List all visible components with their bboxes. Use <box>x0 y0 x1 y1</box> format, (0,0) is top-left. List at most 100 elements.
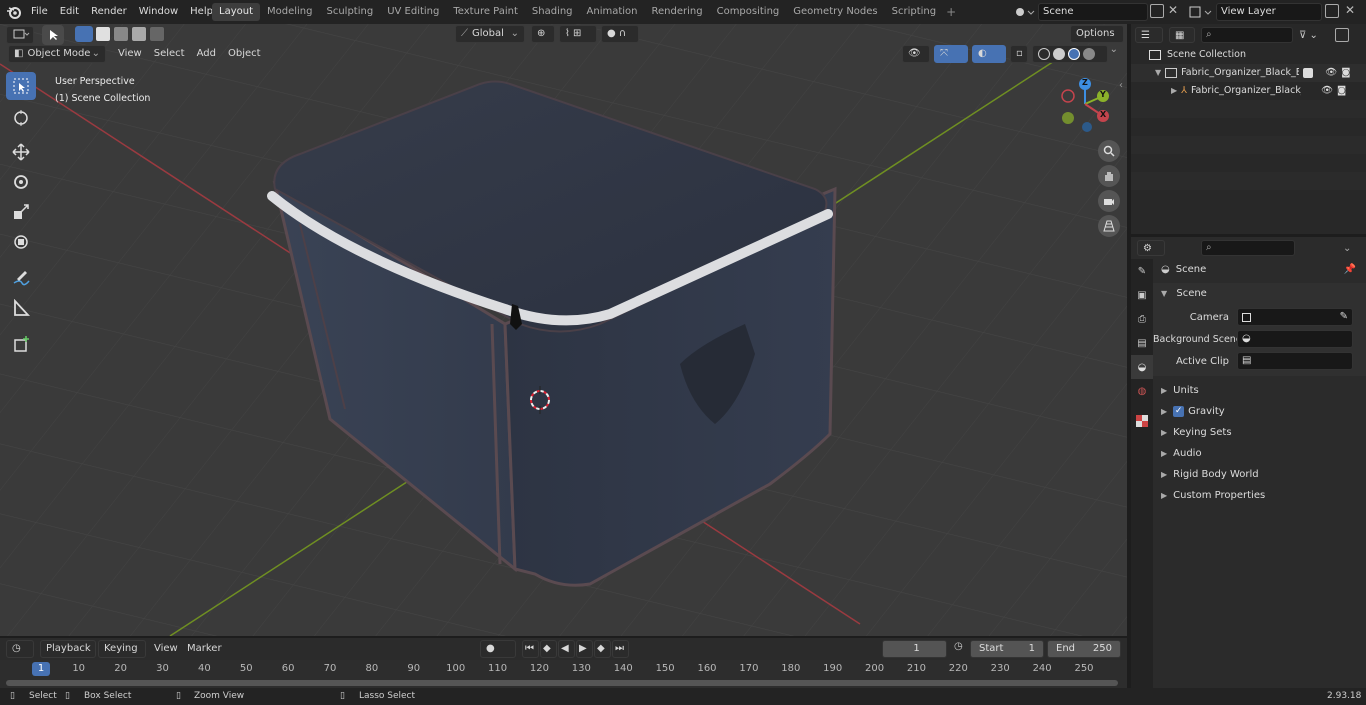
prev-keyframe-icon[interactable]: ◆ <box>540 640 557 658</box>
pan-hand-icon[interactable] <box>1098 165 1120 187</box>
tool-tab-icon[interactable]: ✎ <box>1131 259 1153 283</box>
checkbox-icon[interactable] <box>1303 68 1314 78</box>
3d-viewport[interactable]: ⟋ Global ⌄ ⊕ ⌇ ⊞ ● ∩ Options ⌄ ◧ Object Mode… <box>0 24 1127 636</box>
camera-field[interactable]: ✎ <box>1237 308 1353 326</box>
jump-end-icon[interactable]: ⏭ <box>612 640 629 658</box>
view-layer-browse-icon[interactable] <box>1188 3 1214 21</box>
menu-object[interactable]: Object <box>222 45 267 63</box>
add-cube-tool-icon[interactable] <box>6 330 36 358</box>
pivot-point-icon[interactable]: ⊕ <box>531 25 555 43</box>
object-mode-dropdown[interactable]: ◧ Object Mode ⌄ <box>8 45 106 63</box>
panel-rigid-body-world[interactable]: ▶ Rigid Body World <box>1153 464 1366 485</box>
panel-units[interactable]: ▶ Units <box>1153 380 1366 401</box>
outliner-editor-type-icon[interactable]: ☰ <box>1135 27 1163 43</box>
next-keyframe-icon[interactable]: ◆ <box>594 640 611 658</box>
material-shading-icon[interactable] <box>1068 48 1080 60</box>
camera-view-icon[interactable] <box>1098 190 1120 212</box>
eyedropper-icon[interactable]: ✎ <box>1340 309 1348 325</box>
mode-extend-icon[interactable] <box>95 26 111 42</box>
background-scene-field[interactable]: ◒ <box>1237 330 1353 348</box>
record-button[interactable]: ● <box>480 640 516 658</box>
timeline-editor-type-icon[interactable]: ◷ <box>6 640 34 658</box>
xray-toggle-icon[interactable]: ▫ <box>1010 45 1028 63</box>
play-reverse-icon[interactable]: ◀ <box>558 640 575 658</box>
cursor-tool-icon[interactable] <box>6 104 36 132</box>
new-scene-icon[interactable] <box>1150 4 1164 18</box>
render-tab-icon[interactable]: ▣ <box>1131 283 1153 307</box>
new-view-layer-icon[interactable] <box>1325 4 1339 18</box>
camera-render-icon[interactable]: ◙ <box>1337 82 1346 100</box>
playback-dropdown[interactable]: Playback⌄ <box>40 640 96 670</box>
mode-new-icon[interactable] <box>75 26 93 42</box>
menu-window[interactable]: Window <box>133 0 184 24</box>
menu-file[interactable]: File <box>25 0 54 24</box>
solid-shading-icon[interactable] <box>1053 48 1065 60</box>
world-tab-icon[interactable]: ◍ <box>1131 379 1153 403</box>
mode-invert-icon[interactable] <box>131 26 147 42</box>
expand-right-icon[interactable]: ▶ <box>1171 82 1177 100</box>
pin-icon[interactable]: 📌 <box>1344 259 1356 280</box>
frame-ruler[interactable]: 1 10 20 30 40 50 60 70 80 90 100 110 120 130 140 150 160… <box>0 660 1127 688</box>
menu-view[interactable]: View <box>112 45 148 63</box>
tab-modeling[interactable]: Modeling <box>260 3 320 21</box>
snapping-icon[interactable]: ⌇ ⊞ <box>559 25 597 43</box>
current-frame-field[interactable]: 1 <box>882 640 947 658</box>
tab-uv-editing[interactable]: UV Editing <box>380 3 446 21</box>
menu-add[interactable]: Add <box>191 45 222 63</box>
stopwatch-icon[interactable]: ◷ <box>954 641 963 652</box>
output-tab-icon[interactable]: ⎙ <box>1131 307 1153 331</box>
tab-compositing[interactable]: Compositing <box>710 3 787 21</box>
panel-audio[interactable]: ▶ Audio <box>1153 443 1366 464</box>
view-layer-tab-icon[interactable]: ▤ <box>1131 331 1153 355</box>
rendered-shading-icon[interactable] <box>1083 48 1095 60</box>
texture-tab-icon[interactable] <box>1131 409 1153 433</box>
rotate-tool-icon[interactable] <box>6 168 36 196</box>
eye-icon[interactable]: 👁 <box>1321 82 1333 100</box>
proportional-editing-icon[interactable]: ● ∩ <box>601 25 639 43</box>
tab-rendering[interactable]: Rendering <box>645 3 710 21</box>
play-icon[interactable]: ▶ <box>576 640 593 658</box>
timeline-menu-marker[interactable]: Marker <box>187 643 222 654</box>
delete-view-layer-icon[interactable]: ✕ <box>1345 3 1355 17</box>
scene-browse-icon[interactable] <box>1012 3 1036 21</box>
properties-options-icon[interactable]: ⌄ <box>1343 243 1351 254</box>
zoom-icon[interactable] <box>1098 140 1120 162</box>
menu-select[interactable]: Select <box>148 45 191 63</box>
editor-type-button[interactable] <box>6 26 34 44</box>
blender-logo-icon[interactable] <box>6 4 22 20</box>
start-frame-field[interactable]: Start 1 <box>970 640 1044 658</box>
select-tool-header-icon[interactable] <box>42 25 64 45</box>
scene-collection-row[interactable]: Scene Collection <box>1131 46 1366 64</box>
tab-layout[interactable]: Layout <box>212 3 260 21</box>
menu-edit[interactable]: Edit <box>54 0 85 24</box>
overlay-toggle-icon[interactable]: ◐ <box>972 45 1006 63</box>
measure-tool-icon[interactable] <box>6 294 36 322</box>
expand-down-icon[interactable]: ▼ <box>1155 64 1161 82</box>
scene-tab-icon[interactable]: ◒ <box>1131 355 1153 379</box>
transform-orientation-dropdown[interactable]: ⟋ Global ⌄ <box>455 25 525 43</box>
delete-scene-icon[interactable]: ✕ <box>1168 3 1178 17</box>
timeline-scrollbar[interactable] <box>6 680 1118 686</box>
properties-search-input[interactable]: ⌕ <box>1201 240 1295 256</box>
filter-icon[interactable]: ⊽ ⌄ <box>1299 30 1329 41</box>
outliner-item-empty[interactable]: ▼ Fabric_Organizer_Black_Empt 👁 ◙ <box>1131 64 1366 82</box>
options-dropdown[interactable]: Options ⌄ <box>1070 25 1124 55</box>
navigation-gizmo[interactable]: Z Y X <box>1055 74 1115 134</box>
display-mode-icon[interactable]: ▦ <box>1169 27 1195 43</box>
scale-tool-icon[interactable] <box>6 198 36 226</box>
transform-tool-icon[interactable] <box>6 228 36 256</box>
panel-keying-sets[interactable]: ▶ Keying Sets <box>1153 422 1366 443</box>
select-box-tool-icon[interactable] <box>6 72 36 100</box>
add-workspace-button[interactable]: + <box>943 3 959 21</box>
annotate-tool-icon[interactable] <box>6 264 36 292</box>
eye-icon[interactable]: 👁 <box>1325 64 1337 82</box>
wireframe-shading-icon[interactable] <box>1038 48 1050 60</box>
panel-custom-properties[interactable]: ▶ Custom Properties <box>1153 485 1366 506</box>
new-collection-icon[interactable] <box>1335 28 1349 42</box>
gizmo-toggle-icon[interactable]: ⤧ <box>934 45 968 63</box>
outliner-item-object[interactable]: ▶ ⅄ Fabric_Organizer_Black_I 👁 ◙ <box>1131 82 1366 100</box>
jump-start-icon[interactable]: ⏮ <box>522 640 539 658</box>
scene-section-header[interactable]: ▼ Scene <box>1153 283 1366 304</box>
scene-name-field[interactable]: Scene <box>1038 3 1148 21</box>
tab-geometry-nodes[interactable]: Geometry Nodes <box>786 3 884 21</box>
